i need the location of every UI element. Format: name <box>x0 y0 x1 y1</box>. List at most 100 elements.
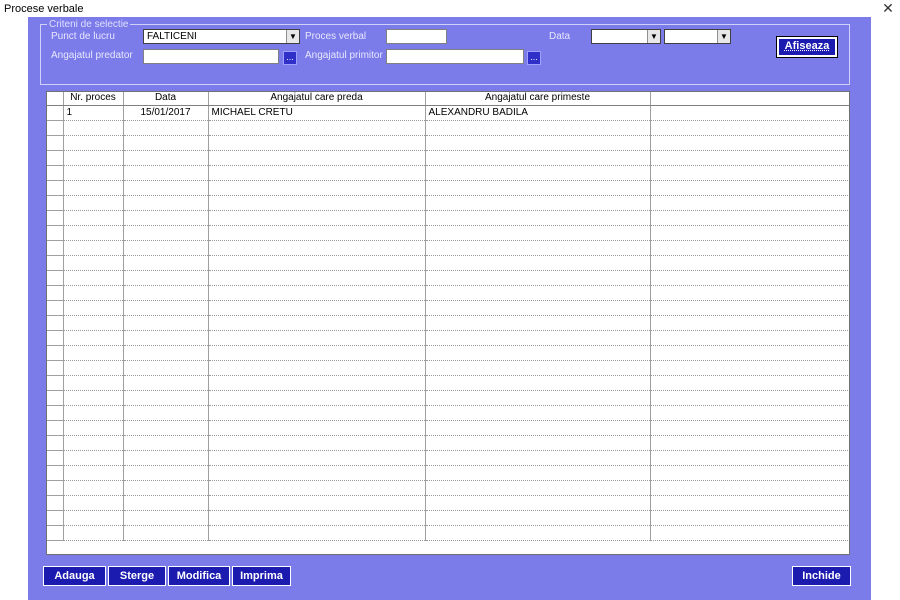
table-cell[interactable] <box>63 240 124 256</box>
table-cell[interactable] <box>63 330 124 346</box>
table-cell[interactable] <box>650 510 849 526</box>
row-selector[interactable] <box>47 165 64 181</box>
table-cell[interactable] <box>63 135 124 151</box>
row-selector[interactable] <box>47 135 64 151</box>
row-selector[interactable] <box>47 225 64 241</box>
table-cell[interactable] <box>650 240 849 256</box>
table-cell[interactable] <box>650 225 849 241</box>
table-cell[interactable] <box>63 210 124 226</box>
row-selector[interactable] <box>47 285 64 301</box>
table-cell[interactable] <box>650 405 849 421</box>
table-row[interactable] <box>47 240 849 256</box>
table-cell[interactable] <box>123 465 209 481</box>
table-cell[interactable] <box>650 270 849 286</box>
table-cell[interactable] <box>425 465 651 481</box>
table-cell[interactable] <box>650 120 849 136</box>
data-from-select[interactable]: ▼ <box>591 29 661 44</box>
table-cell[interactable] <box>650 105 849 121</box>
column-header[interactable]: Nr. proces <box>63 92 124 106</box>
table-cell[interactable] <box>208 240 426 256</box>
row-selector[interactable] <box>47 240 64 256</box>
primitor-input[interactable] <box>386 49 524 64</box>
table-cell[interactable] <box>208 510 426 526</box>
table-cell[interactable] <box>650 180 849 196</box>
table-cell[interactable] <box>123 375 209 391</box>
table-cell[interactable] <box>425 195 651 211</box>
table-cell[interactable] <box>425 225 651 241</box>
table-cell[interactable] <box>123 180 209 196</box>
table-cell[interactable] <box>123 450 209 466</box>
table-row[interactable] <box>47 210 849 226</box>
table-cell[interactable] <box>425 480 651 496</box>
modify-button[interactable]: Modifica <box>168 566 230 586</box>
chevron-down-icon[interactable]: ▼ <box>717 30 730 43</box>
table-cell[interactable] <box>208 330 426 346</box>
table-cell[interactable] <box>650 165 849 181</box>
table-cell[interactable] <box>425 345 651 361</box>
table-cell[interactable] <box>425 495 651 511</box>
table-cell[interactable] <box>650 285 849 301</box>
data-to-select[interactable]: ▼ <box>664 29 731 44</box>
table-cell[interactable] <box>425 390 651 406</box>
chevron-down-icon[interactable]: ▼ <box>647 30 660 43</box>
table-cell[interactable] <box>208 480 426 496</box>
table-cell[interactable] <box>63 300 124 316</box>
table-cell[interactable] <box>425 300 651 316</box>
table-cell[interactable] <box>208 525 426 541</box>
table-cell[interactable] <box>123 510 209 526</box>
row-selector[interactable] <box>47 480 64 496</box>
table-cell[interactable] <box>650 435 849 451</box>
table-cell[interactable] <box>208 360 426 376</box>
table-row[interactable] <box>47 375 849 391</box>
chevron-down-icon[interactable]: ▼ <box>286 30 299 43</box>
table-cell[interactable] <box>425 180 651 196</box>
print-button[interactable]: Imprima <box>232 566 291 586</box>
table-cell[interactable] <box>63 315 124 331</box>
table-row[interactable] <box>47 405 849 421</box>
table-cell[interactable] <box>123 300 209 316</box>
table-cell[interactable] <box>650 345 849 361</box>
table-cell[interactable] <box>425 165 651 181</box>
row-selector[interactable] <box>47 330 64 346</box>
row-selector[interactable] <box>47 465 64 481</box>
table-row[interactable] <box>47 270 849 286</box>
table-row[interactable] <box>47 420 849 436</box>
table-cell[interactable] <box>208 180 426 196</box>
table-cell[interactable] <box>63 345 124 361</box>
table-row[interactable] <box>47 510 849 526</box>
table-cell[interactable] <box>63 450 124 466</box>
table-cell[interactable] <box>123 255 209 271</box>
table-cell[interactable] <box>63 270 124 286</box>
table-cell[interactable] <box>208 165 426 181</box>
punct-select[interactable]: FALTICENI ▼ <box>143 29 300 44</box>
table-cell[interactable] <box>425 375 651 391</box>
table-cell[interactable] <box>123 270 209 286</box>
table-cell[interactable] <box>650 375 849 391</box>
row-selector[interactable] <box>47 420 64 436</box>
table-cell[interactable] <box>425 420 651 436</box>
ellipsis-icon[interactable]: ... <box>527 51 541 65</box>
table-cell[interactable] <box>208 405 426 421</box>
delete-button[interactable]: Sterge <box>108 566 166 586</box>
column-header[interactable]: Data <box>123 92 209 106</box>
table-row[interactable] <box>47 150 849 166</box>
table-cell[interactable] <box>123 435 209 451</box>
table-cell[interactable] <box>650 390 849 406</box>
table-cell[interactable] <box>63 285 124 301</box>
table-cell[interactable] <box>123 210 209 226</box>
table-cell[interactable] <box>208 465 426 481</box>
row-selector[interactable] <box>47 180 64 196</box>
table-cell[interactable] <box>425 435 651 451</box>
table-row[interactable] <box>47 480 849 496</box>
table-row[interactable] <box>47 525 849 541</box>
table-cell[interactable] <box>425 450 651 466</box>
row-selector[interactable] <box>47 210 64 226</box>
row-selector[interactable] <box>47 195 64 211</box>
table-cell[interactable] <box>123 195 209 211</box>
table-cell[interactable] <box>208 225 426 241</box>
table-cell[interactable] <box>650 465 849 481</box>
table-cell[interactable] <box>123 495 209 511</box>
row-selector[interactable] <box>47 360 64 376</box>
table-cell[interactable] <box>123 285 209 301</box>
row-selector[interactable] <box>47 120 64 136</box>
